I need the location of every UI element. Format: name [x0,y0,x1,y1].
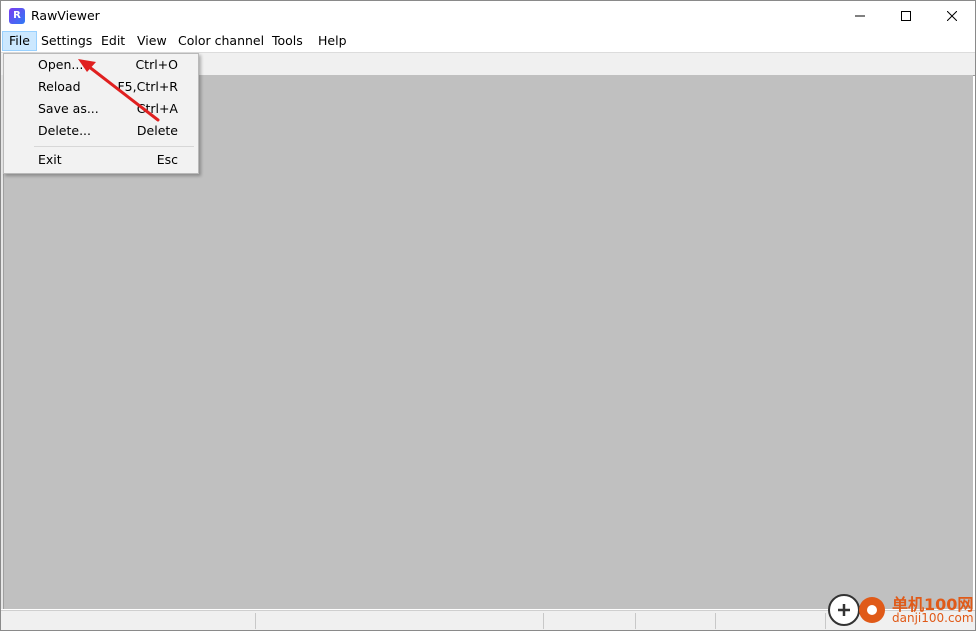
status-segment [635,613,716,629]
minimize-icon [855,15,865,17]
close-button[interactable] [929,1,975,31]
file-menu-dropdown: Open... Ctrl+O Reload F5,Ctrl+R Save as.… [3,53,199,174]
menu-view[interactable]: View [131,31,173,51]
status-segment [715,613,826,629]
status-segment [255,613,544,629]
menu-item-label: Delete... [38,123,91,138]
menu-item-open[interactable]: Open... Ctrl+O [6,54,196,76]
status-segment [543,613,636,629]
menu-color-channel[interactable]: Color channel [172,31,270,51]
menu-item-save-as[interactable]: Save as... Ctrl+A [6,98,196,120]
close-icon [947,11,957,21]
menu-item-shortcut: F5,Ctrl+R [117,79,178,94]
watermark-logo-icon [828,594,885,626]
menu-item-shortcut: Esc [156,152,178,167]
menu-separator [34,146,194,147]
app-logo-icon: R [9,8,25,24]
menu-item-shortcut: Ctrl+O [135,57,178,72]
menu-item-reload[interactable]: Reload F5,Ctrl+R [6,76,196,98]
menu-item-shortcut: Delete [136,123,178,138]
menu-tools[interactable]: Tools [266,31,309,51]
menu-item-delete[interactable]: Delete... Delete [6,120,196,142]
maximize-button[interactable] [883,1,929,31]
window-title: RawViewer [31,8,100,23]
menu-edit[interactable]: Edit [95,31,131,51]
title-bar[interactable]: R RawViewer [1,1,975,31]
watermark-url: danji100.com [892,611,974,625]
minimize-button[interactable] [837,1,883,31]
app-window: R RawViewer File Settings Edit View Colo… [0,0,976,631]
maximize-icon [901,11,911,21]
menu-item-label: Exit [38,152,62,167]
menu-file[interactable]: File [2,31,37,51]
menu-item-label: Open... [38,57,84,72]
menu-item-shortcut: Ctrl+A [136,101,178,116]
watermark: 单机100网 danji100.com [826,590,974,630]
menu-bar: File Settings Edit View Color channel To… [1,31,975,51]
menu-settings[interactable]: Settings [35,31,98,51]
menu-item-label: Save as... [38,101,99,116]
menu-item-label: Reload [38,79,81,94]
status-segment [1,613,256,629]
menu-item-exit[interactable]: Exit Esc [6,149,196,171]
menu-help[interactable]: Help [312,31,353,51]
